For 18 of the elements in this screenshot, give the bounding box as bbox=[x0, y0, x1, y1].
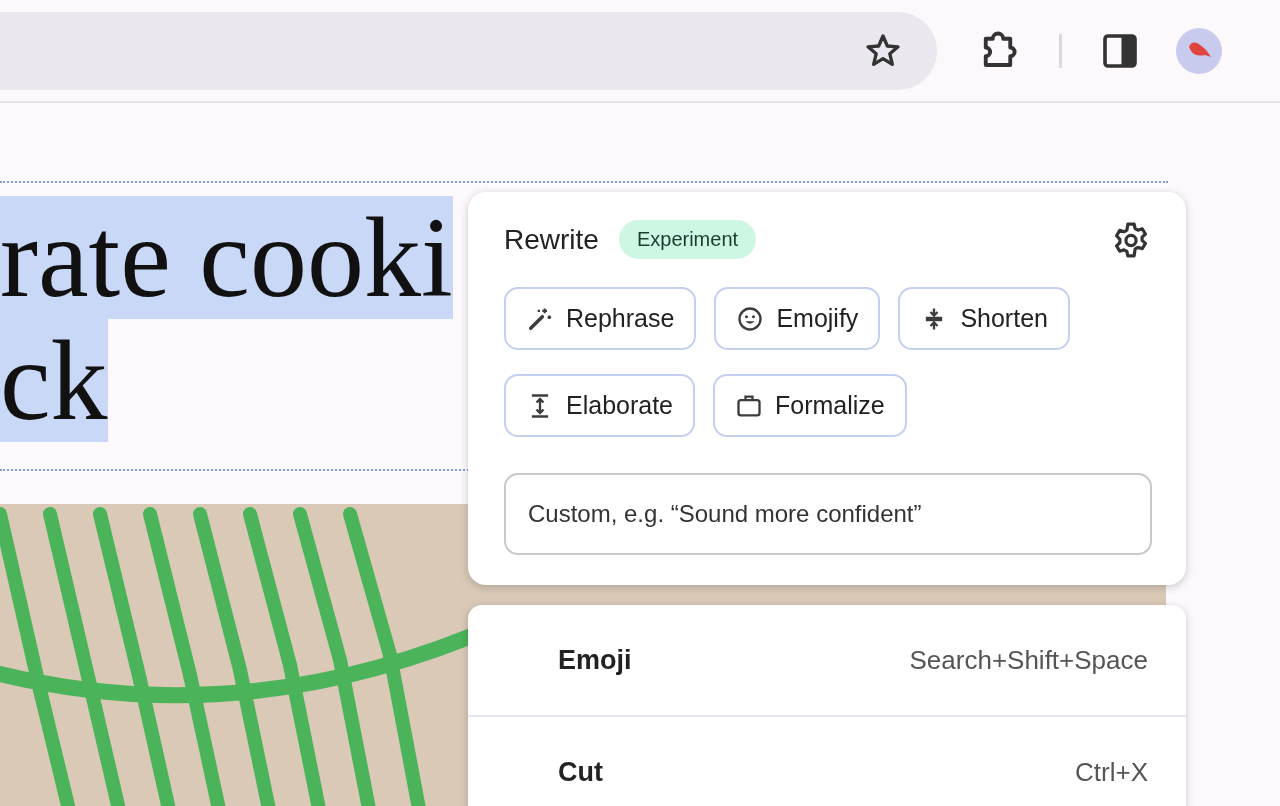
experiment-badge: Experiment bbox=[618, 220, 757, 259]
custom-input-field[interactable]: Custom, e.g. “Sound more confident” bbox=[504, 473, 1152, 555]
smiley-icon bbox=[736, 304, 765, 333]
profile-avatar[interactable] bbox=[1176, 27, 1222, 74]
side-panel-icon[interactable] bbox=[1102, 32, 1138, 69]
menu-item[interactable]: Cut bbox=[558, 756, 603, 788]
rewrite-option[interactable]: Shorten bbox=[898, 287, 1070, 350]
heading-text: rate cooki bbox=[0, 196, 453, 319]
rewrite-option[interactable]: Formalize bbox=[713, 374, 907, 437]
rewrite-option[interactable]: Emojify bbox=[714, 287, 881, 350]
menu-item[interactable]: Emoji bbox=[558, 644, 632, 676]
panel-title: Rewrite bbox=[504, 223, 599, 256]
heading-text: ck bbox=[0, 319, 108, 442]
rewrite-option[interactable]: Rephrase bbox=[504, 287, 697, 350]
rewrite-option[interactable]: Elaborate bbox=[504, 374, 696, 437]
menu-shortcut: Ctrl+X bbox=[1075, 756, 1148, 788]
settings-icon[interactable] bbox=[1112, 220, 1150, 259]
menu-shortcut: Search+Shift+Space bbox=[909, 644, 1148, 676]
